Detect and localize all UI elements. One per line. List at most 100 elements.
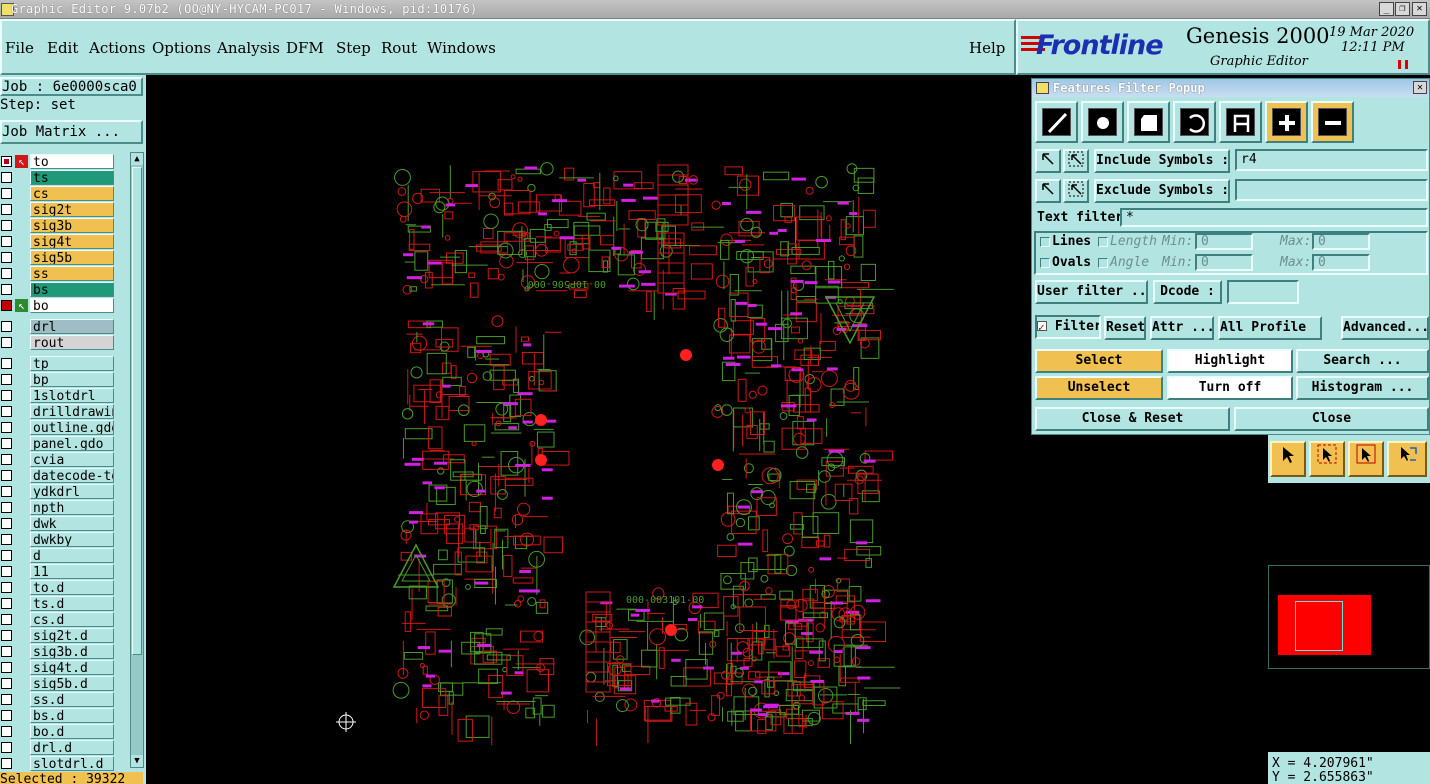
layer-row[interactable]: bs (0, 282, 114, 297)
layer-name[interactable]: datecode-to (30, 468, 114, 483)
layer-name[interactable]: slotdrl.d (30, 756, 114, 771)
layer-row[interactable]: ↖ bo (0, 298, 114, 313)
layer-checkbox[interactable] (1, 742, 12, 753)
layer-checkbox[interactable] (1, 454, 12, 465)
length-max-input[interactable]: 0 (1312, 233, 1370, 250)
layer-name[interactable]: 11 (30, 564, 114, 579)
filter-pad-button[interactable] (1081, 101, 1124, 143)
layer-checkbox[interactable] (1, 236, 12, 247)
dcode-button[interactable]: Dcode : (1153, 280, 1222, 304)
layer-checkbox[interactable] (1, 358, 12, 369)
filter-toggle-button[interactable]: ✓ Filter (1035, 315, 1101, 339)
layer-row[interactable]: to.d (0, 580, 114, 595)
minimize-button[interactable]: _ (1379, 2, 1394, 16)
menu-windows[interactable]: Windows (427, 39, 496, 57)
exclude-symbols-input[interactable] (1235, 179, 1428, 201)
layer-row[interactable]: 11 (0, 564, 114, 579)
layer-checkbox[interactable] (1, 337, 12, 348)
layer-name[interactable]: sig2t (30, 202, 114, 217)
pause-icon[interactable] (1398, 60, 1408, 69)
menu-options[interactable]: Options (152, 39, 211, 57)
layer-checkbox[interactable] (1, 284, 12, 295)
overview-window[interactable] (1268, 565, 1430, 669)
user-filter-button[interactable]: User filter ... (1035, 280, 1148, 304)
layer-checkbox[interactable] (1, 422, 12, 433)
layer-name[interactable]: npth (30, 500, 114, 515)
layer-checkbox[interactable] (1, 502, 12, 513)
include-pick-multi-button[interactable] (1063, 149, 1089, 173)
layer-checkbox[interactable] (1, 534, 12, 545)
layer-checkbox[interactable] (1, 321, 12, 332)
layer-row[interactable]: dwk (0, 516, 114, 531)
menu-step[interactable]: Step (336, 39, 371, 57)
layer-checkbox[interactable] (1, 726, 12, 737)
layer-checkbox[interactable] (1, 268, 12, 279)
layer-name[interactable]: to.d (30, 580, 114, 595)
filter-line-button[interactable] (1035, 101, 1078, 143)
exclude-pick-button[interactable] (1035, 179, 1061, 203)
work-layer-arrow-icon[interactable]: ↖ (15, 299, 28, 312)
layer-name[interactable]: ydkdrl (30, 484, 114, 499)
overview-viewport[interactable] (1295, 601, 1343, 651)
pointer-area-button[interactable] (1348, 441, 1384, 477)
popup-close-icon[interactable]: ✕ (1413, 81, 1427, 94)
layer-row[interactable]: d (0, 548, 114, 563)
all-profile-dropdown[interactable]: All Profile (1218, 316, 1322, 340)
scroll-up-arrow-icon[interactable]: ▲ (131, 153, 143, 165)
layer-row[interactable]: ts (0, 170, 114, 185)
layer-row[interactable]: sig4t.d (0, 660, 114, 675)
angle-max-input[interactable]: 0 (1312, 254, 1370, 271)
layer-name[interactable]: 1slotdrl (30, 388, 114, 403)
layer-checkbox[interactable] (1, 486, 12, 497)
layer-row[interactable]: cs (0, 186, 114, 201)
layer-name[interactable]: bs.d (30, 708, 114, 723)
layer-name[interactable]: cs (30, 186, 114, 201)
layer-checkbox[interactable] (1, 406, 12, 417)
layer-row[interactable]: drl (0, 319, 114, 334)
job-matrix-button[interactable]: Job Matrix ... (0, 120, 143, 144)
menu-actions[interactable]: Actions (89, 39, 145, 57)
dcode-input[interactable] (1227, 280, 1299, 304)
layer-checkbox[interactable] (1, 646, 12, 657)
histogram-button[interactable]: Histogram ... (1296, 376, 1429, 400)
pointer-select-button[interactable] (1270, 441, 1306, 477)
layer-row[interactable]: outline.gdo (0, 420, 114, 435)
unselect-button[interactable]: Unselect (1035, 376, 1163, 400)
exclude-symbols-button[interactable]: Exclude Symbols : (1094, 179, 1230, 203)
layer-name[interactable]: dwkby (30, 532, 114, 547)
layer-row[interactable]: sig3b (0, 218, 114, 233)
text-filter-input[interactable]: * (1120, 208, 1428, 227)
length-checkbox[interactable] (1098, 237, 1108, 247)
layer-row[interactable]: bp (0, 372, 114, 387)
layer-name[interactable]: sig2t.d (30, 628, 114, 643)
layer-checkbox[interactable] (1, 300, 12, 311)
layer-name[interactable]: cs.d (30, 612, 114, 627)
layer-name[interactable]: cvia (30, 452, 114, 467)
layer-checkbox[interactable] (1, 252, 12, 263)
layer-checkbox[interactable] (1, 220, 12, 231)
layer-checkbox[interactable] (1, 758, 12, 769)
filter-negative-button[interactable] (1311, 101, 1354, 143)
layer-checkbox[interactable] (1, 518, 12, 529)
layer-checkbox[interactable] (1, 438, 12, 449)
angle-min-input[interactable]: 0 (1195, 254, 1253, 271)
exclude-pick-multi-button[interactable] (1063, 179, 1089, 203)
layer-name[interactable]: dwk (30, 516, 114, 531)
layer-name[interactable]: drl (30, 319, 114, 334)
include-symbols-input[interactable]: r4 (1235, 149, 1428, 171)
scroll-thumb[interactable] (132, 167, 142, 655)
layer-name[interactable]: sig3b.d (30, 644, 114, 659)
search-button[interactable]: Search ... (1296, 349, 1429, 373)
include-pick-button[interactable] (1035, 149, 1061, 173)
layer-row[interactable]: npth (0, 500, 114, 515)
layer-row[interactable]: ↖ to (0, 154, 114, 169)
layer-checkbox[interactable] (1, 630, 12, 641)
layer-checkbox[interactable] (1, 566, 12, 577)
layer-checkbox[interactable] (1, 172, 12, 183)
layer-row[interactable]: rout (0, 335, 114, 350)
layer-name[interactable]: bp (30, 372, 114, 387)
layer-row[interactable]: drilldrawing (0, 404, 114, 419)
layer-checkbox[interactable] (1, 694, 12, 705)
layer-checkbox[interactable] (1, 662, 12, 673)
advanced-button[interactable]: Advanced... (1341, 316, 1429, 340)
